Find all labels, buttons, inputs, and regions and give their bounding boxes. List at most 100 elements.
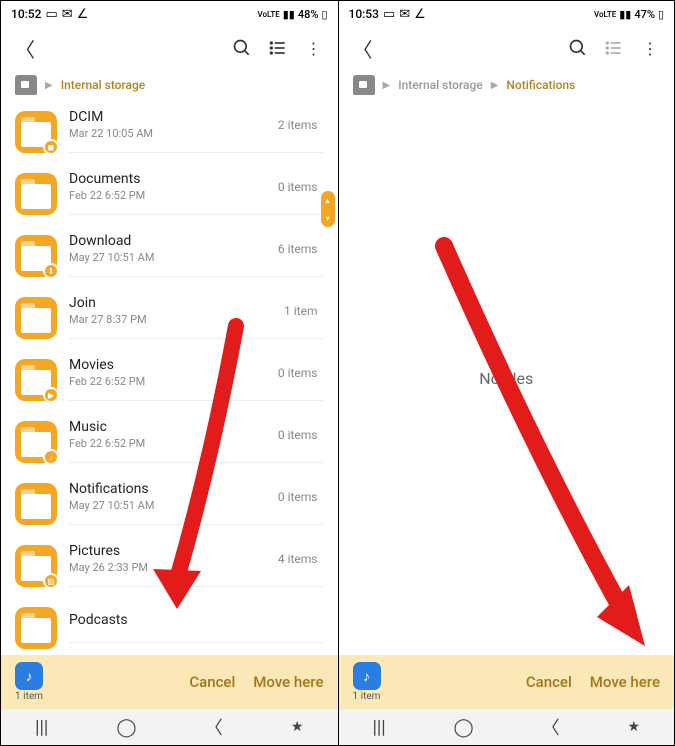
empty-text: No files bbox=[339, 101, 675, 655]
volte-icon: VoLTE bbox=[257, 10, 279, 19]
cancel-button[interactable]: Cancel bbox=[526, 673, 572, 691]
toolbar: 〈 ⋮ bbox=[1, 27, 338, 69]
selected-file-icon[interactable]: ♪ bbox=[15, 662, 43, 690]
folder-row[interactable]: Join Mar 27 8:37 PM 1 item bbox=[1, 287, 338, 349]
breadcrumb-item[interactable]: Notifications bbox=[506, 78, 575, 92]
folder-item-count: 0 items bbox=[278, 490, 318, 504]
chevron-icon: ▶ bbox=[45, 80, 53, 91]
folder-row[interactable]: Notifications May 27 10:51 AM 0 items bbox=[1, 473, 338, 535]
folder-item-count: 2 items bbox=[278, 118, 318, 132]
action-bar: ♪ 1 item Cancel Move here bbox=[1, 655, 338, 709]
home-icon[interactable] bbox=[353, 75, 375, 95]
folder-icon: ⬇ bbox=[15, 235, 57, 277]
folder-icon bbox=[15, 483, 57, 525]
nav-recents[interactable]: ||| bbox=[35, 717, 48, 738]
nav-home[interactable]: ◯ bbox=[454, 717, 474, 738]
nav-home[interactable]: ◯ bbox=[116, 717, 136, 738]
signal-icon: ▮▮ bbox=[283, 8, 295, 21]
folder-row[interactable]: ◼ DCIM Mar 22 10:05 AM 2 items bbox=[1, 101, 338, 163]
nav-accessibility[interactable]: ★ bbox=[291, 719, 304, 735]
folder-badge-icon: ▧ bbox=[43, 573, 59, 589]
selected-count: 1 item bbox=[15, 691, 43, 702]
status-time: 10:52 bbox=[11, 7, 41, 21]
breadcrumb: ▶ Internal storage bbox=[1, 69, 338, 101]
check-icon: ∠ bbox=[77, 7, 89, 22]
back-button[interactable]: 〈 bbox=[353, 34, 373, 63]
empty-folder-view: No files bbox=[339, 101, 675, 655]
selected-count: 1 item bbox=[353, 691, 381, 702]
battery-pct: 48% bbox=[298, 8, 319, 21]
folder-name: Podcasts bbox=[69, 612, 128, 628]
breadcrumb-item[interactable]: Internal storage bbox=[61, 78, 146, 92]
folder-name: DCIM bbox=[69, 109, 153, 125]
folder-date: Mar 22 10:05 AM bbox=[69, 127, 153, 140]
cancel-button[interactable]: Cancel bbox=[189, 673, 235, 691]
breadcrumb: ▶ Internal storage ▶ Notifications bbox=[339, 69, 675, 101]
list-view-icon[interactable] bbox=[268, 38, 288, 58]
battery-icon: ▯ bbox=[658, 8, 664, 21]
battery-pct: 47% bbox=[634, 8, 655, 21]
folder-date: Feb 22 6:52 PM bbox=[69, 375, 145, 388]
folder-name: Music bbox=[69, 419, 145, 435]
move-here-button[interactable]: Move here bbox=[253, 673, 323, 691]
message-icon: ✉ bbox=[399, 7, 410, 22]
folder-row[interactable]: Podcasts bbox=[1, 597, 338, 655]
notification-icon: ▭ bbox=[383, 7, 395, 22]
nav-back[interactable]: 〈 bbox=[205, 714, 223, 740]
folder-row[interactable]: ♪ Music Feb 22 6:52 PM 0 items bbox=[1, 411, 338, 473]
folder-date: Mar 27 8:37 PM bbox=[69, 313, 147, 326]
folder-icon: ♪ bbox=[15, 421, 57, 463]
check-icon: ∠ bbox=[414, 7, 426, 22]
nav-back[interactable]: 〈 bbox=[542, 714, 560, 740]
folder-badge-icon: ⬇ bbox=[43, 263, 59, 279]
status-time: 10:53 bbox=[349, 7, 379, 21]
breadcrumb-item[interactable]: Internal storage bbox=[398, 78, 483, 92]
folder-name: Notifications bbox=[69, 481, 154, 497]
search-icon[interactable] bbox=[232, 38, 252, 58]
search-icon[interactable] bbox=[568, 38, 588, 58]
home-icon[interactable] bbox=[15, 75, 37, 95]
folder-icon bbox=[15, 173, 57, 215]
scroll-indicator[interactable]: ▴▾ bbox=[321, 191, 335, 227]
back-button[interactable]: 〈 bbox=[15, 34, 35, 63]
more-icon[interactable]: ⋮ bbox=[640, 38, 660, 58]
toolbar: 〈 ⋮ bbox=[339, 27, 675, 69]
folder-badge-icon: ▶ bbox=[43, 387, 59, 403]
status-bar: 10:53 ▭ ✉ ∠ VoLTE ▮▮ 47% ▯ bbox=[339, 1, 675, 27]
folder-item-count: 4 items bbox=[278, 552, 318, 566]
folder-row[interactable]: ▶ Movies Feb 22 6:52 PM 0 items bbox=[1, 349, 338, 411]
chevron-icon: ▶ bbox=[383, 80, 391, 91]
nav-accessibility[interactable]: ★ bbox=[627, 719, 640, 735]
more-icon[interactable]: ⋮ bbox=[304, 38, 324, 58]
folder-badge-icon: ◼ bbox=[43, 139, 59, 155]
move-here-button[interactable]: Move here bbox=[590, 673, 660, 691]
folder-list[interactable]: ◼ DCIM Mar 22 10:05 AM 2 items Documents… bbox=[1, 101, 338, 655]
navigation-bar: ||| ◯ 〈 ★ bbox=[1, 709, 338, 745]
navigation-bar: ||| ◯ 〈 ★ bbox=[339, 709, 675, 745]
folder-date: May 26 2:33 PM bbox=[69, 561, 148, 574]
message-icon: ✉ bbox=[62, 7, 73, 22]
battery-icon: ▯ bbox=[321, 8, 327, 21]
folder-item-count: 6 items bbox=[278, 242, 318, 256]
folder-row[interactable]: Documents Feb 22 6:52 PM 0 items bbox=[1, 163, 338, 225]
folder-item-count: 1 item bbox=[284, 304, 317, 318]
folder-row[interactable]: ⬇ Download May 27 10:51 AM 6 items bbox=[1, 225, 338, 287]
screen-right: 10:53 ▭ ✉ ∠ VoLTE ▮▮ 47% ▯ 〈 ⋮ ▶ Interna… bbox=[338, 1, 675, 745]
folder-item-count: 0 items bbox=[278, 366, 318, 380]
signal-icon: ▮▮ bbox=[619, 8, 631, 21]
selected-file-icon[interactable]: ♪ bbox=[353, 662, 381, 690]
folder-name: Pictures bbox=[69, 543, 148, 559]
folder-icon: ▶ bbox=[15, 359, 57, 401]
status-bar: 10:52 ▭ ✉ ∠ VoLTE ▮▮ 48% ▯ bbox=[1, 1, 338, 27]
folder-date: May 27 10:51 AM bbox=[69, 251, 154, 264]
volte-icon: VoLTE bbox=[594, 10, 616, 19]
folder-icon: ▧ bbox=[15, 545, 57, 587]
folder-item-count: 0 items bbox=[278, 180, 318, 194]
screen-left: 10:52 ▭ ✉ ∠ VoLTE ▮▮ 48% ▯ 〈 ⋮ ▶ Interna… bbox=[1, 1, 338, 745]
list-view-icon[interactable] bbox=[604, 38, 624, 58]
folder-name: Join bbox=[69, 295, 147, 311]
nav-recents[interactable]: ||| bbox=[372, 717, 385, 738]
folder-date: Feb 22 6:52 PM bbox=[69, 437, 145, 450]
folder-row[interactable]: ▧ Pictures May 26 2:33 PM 4 items bbox=[1, 535, 338, 597]
folder-icon bbox=[15, 607, 57, 649]
